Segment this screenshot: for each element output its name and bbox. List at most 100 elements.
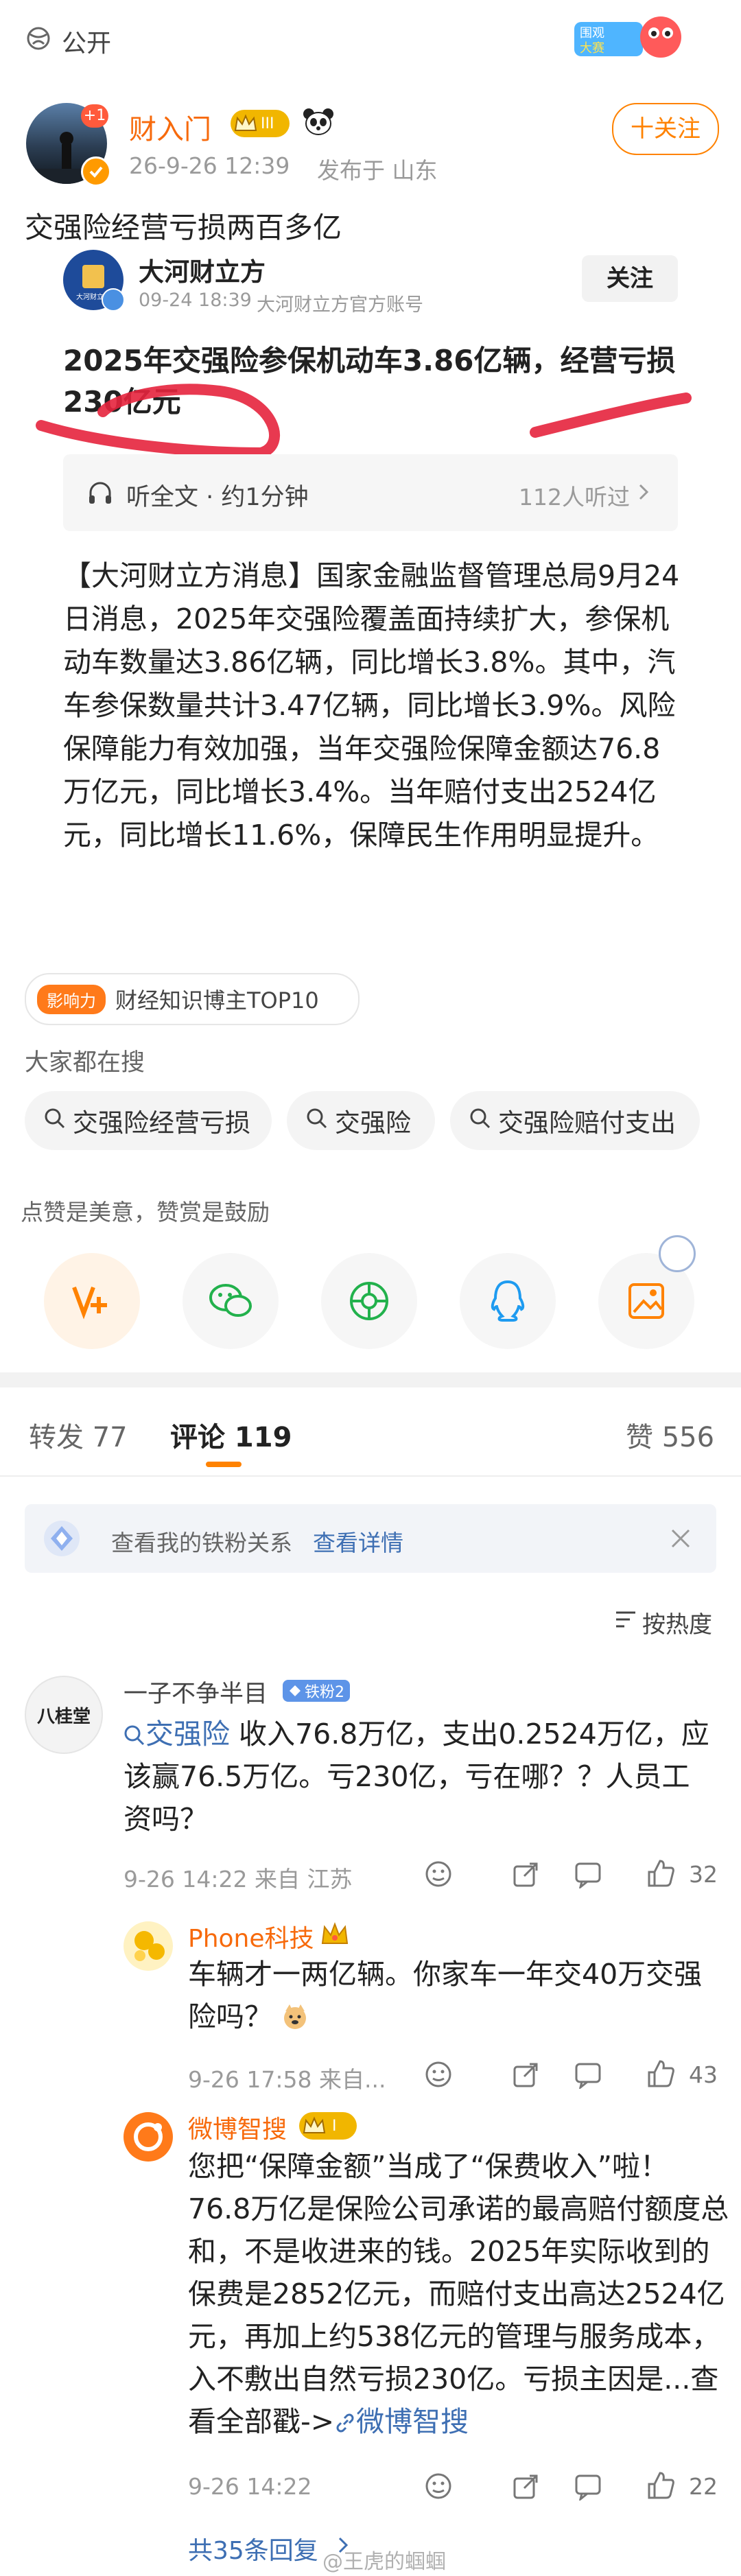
level-text: III [261, 115, 274, 132]
tabs-divider [0, 1475, 741, 1477]
emoji-reply-icon[interactable] [424, 1860, 453, 1891]
emoji-reply-icon[interactable] [424, 2060, 453, 2092]
reply-text: 您把“保障金额”当成了“保费收入”啦！76.8万亿是保险公司承诺的最高赔付额度总… [188, 2145, 730, 2443]
search-icon [469, 1106, 491, 1136]
like-count: 43 [689, 2061, 718, 2088]
repost-verified-icon [102, 288, 125, 312]
sort-icon [615, 1610, 638, 1633]
sort-label[interactable]: 按热度 [642, 1606, 712, 1639]
influence-badge: 影响力 [37, 984, 106, 1014]
tab-likes[interactable]: 赞 556 [626, 1415, 714, 1455]
link-icon [334, 2405, 356, 2438]
post-text: 交强险经营亏损两百多亿 [25, 211, 342, 244]
thumbs-up-icon[interactable] [645, 2470, 675, 2503]
svg-text:大赛: 大赛 [580, 41, 604, 56]
comment-reply-icon[interactable] [574, 2472, 602, 2503]
wechat-share-button[interactable] [183, 1253, 279, 1349]
reward-button[interactable] [44, 1253, 140, 1349]
listen-bar[interactable]: 听全文 · 约1分钟 112人听过 [63, 454, 678, 531]
repost-follow-button[interactable]: 关注 [582, 255, 678, 302]
search-icon [306, 1106, 328, 1136]
qq-icon [491, 1280, 525, 1322]
search-chip-label: 交强险 [335, 1108, 411, 1138]
crown-level-badge: III [231, 110, 290, 137]
notification-badge: +1 [81, 104, 108, 128]
avatar-text: 八桂堂 [36, 1706, 91, 1727]
reply-avatar[interactable] [124, 1921, 173, 1971]
thumbs-up-icon[interactable] [645, 1858, 675, 1891]
comment-reply-icon[interactable] [574, 1860, 602, 1891]
search-chip-label: 交强险经营亏损 [73, 1108, 250, 1138]
image-icon [628, 1283, 664, 1319]
search-chip-2[interactable]: 交强险 [287, 1091, 435, 1150]
more-replies-link[interactable]: 共35条回复 [188, 2531, 318, 2566]
wechat-icon [209, 1284, 252, 1317]
svg-text:围观: 围观 [580, 26, 604, 40]
tab-repost[interactable]: 转发 77 [29, 1415, 128, 1455]
repost-body: 【大河财立方消息】国家金融监督管理总局9月24日消息，2025年交强险覆盖面持续… [63, 559, 680, 852]
repost-time: 09-24 18:39 [139, 290, 252, 311]
follow-button[interactable]: 十关注 [612, 103, 719, 155]
share-icon[interactable] [510, 2060, 539, 2092]
search-chip-3[interactable]: 交强险赔付支出 [450, 1091, 700, 1150]
floating-dot[interactable] [659, 1235, 696, 1272]
lock-icon [25, 25, 52, 52]
chevron-right-icon [637, 482, 650, 505]
diamond-icon [43, 1519, 81, 1560]
fan-badge: 铁粉2 [283, 1680, 350, 1702]
fans-banner-link[interactable]: 查看详情 [313, 1525, 403, 1558]
search-chip-1[interactable]: 交强险经营亏损 [25, 1091, 272, 1150]
reply-avatar[interactable] [124, 2112, 173, 2162]
search-chip-label: 交强险赔付支出 [498, 1108, 676, 1138]
reward-icon [72, 1286, 107, 1320]
post-time: 26-9-26 12:39 [129, 152, 290, 179]
repost-author[interactable]: 大河财立方 [139, 251, 266, 288]
search-section-title: 大家都在搜 [25, 1049, 145, 1077]
reply-body: 车辆才一两亿辆。你家车一年交40万交强险吗？ [188, 1958, 703, 2033]
topic-link[interactable]: 交强险 [124, 1718, 230, 1750]
activity-banner[interactable]: 围观 大赛 [573, 10, 690, 65]
qq-share-button[interactable] [460, 1253, 556, 1349]
fan-badge-text: 铁粉2 [305, 1684, 344, 1701]
share-icon[interactable] [510, 1860, 539, 1891]
comment-meta: 9-26 14:22 来自 江苏 [124, 1866, 353, 1893]
reply-text: 车辆才一两亿辆。你家车一年交40万交强险吗？ [188, 1953, 730, 2042]
like-count: 22 [689, 2473, 718, 2500]
reward-hint: 点赞是美意，赞赏是鼓励 [21, 1199, 270, 1226]
reply-author[interactable]: 微博智搜 [188, 2109, 287, 2145]
thumbs-up-icon[interactable] [645, 2059, 675, 2092]
commenter-name[interactable]: 一子不争半目 [124, 1674, 268, 1709]
moments-icon [350, 1282, 388, 1320]
fans-banner-text: 查看我的铁粉关系 [111, 1530, 292, 1556]
like-count: 32 [689, 1861, 718, 1888]
comment-reply-icon[interactable] [574, 2060, 602, 2092]
panda-icon [302, 107, 335, 140]
watermark: @王虎的蝈蝈 [322, 2550, 446, 2574]
commenter-avatar[interactable]: 八桂堂 [25, 1676, 103, 1754]
listen-count: 112人听过 [519, 484, 630, 511]
headphone-icon [86, 479, 114, 509]
reply-meta: 9-26 17:58 来自... [188, 2066, 386, 2093]
crown-icon [320, 1920, 350, 1950]
privacy-label[interactable]: 公开 [62, 23, 111, 59]
repost-source: 大河财立方官方账号 [257, 294, 423, 316]
tab-active-indicator [206, 1462, 242, 1467]
influence-tag[interactable]: 影响力 财经知识博主TOP10 [25, 973, 360, 1025]
tab-comments[interactable]: 评论 119 [170, 1415, 292, 1455]
more-source-link[interactable]: 微博智搜 [356, 2405, 469, 2438]
comment-text: 交强险 收入76.8万亿，支出0.2524万亿，应该赢76.5万亿。亏230亿，… [124, 1713, 714, 1840]
reply-author[interactable]: Phone科技 [188, 1919, 314, 1954]
reply-body: 您把“保障金额”当成了“保费收入”啦！76.8万亿是保险公司承诺的最高赔付额度总… [188, 2150, 729, 2396]
share-icon[interactable] [510, 2472, 539, 2503]
emoji-reply-icon[interactable] [424, 2472, 453, 2503]
author-name[interactable]: 财入门 [129, 107, 211, 147]
repost-headline: 2025年交强险参保机动车3.86亿辆，经营亏损230亿元 [63, 344, 676, 419]
reply-meta: 9-26 14:22 [188, 2473, 312, 2500]
topic-label: 交强险 [145, 1718, 230, 1750]
close-icon[interactable] [670, 1527, 692, 1552]
fans-banner[interactable]: 查看我的铁粉关系 查看详情 [25, 1504, 716, 1573]
crown-level-badge: I [299, 2112, 357, 2140]
level-text: I [332, 2117, 337, 2135]
moments-share-button[interactable] [321, 1253, 417, 1349]
verified-icon [81, 156, 111, 187]
